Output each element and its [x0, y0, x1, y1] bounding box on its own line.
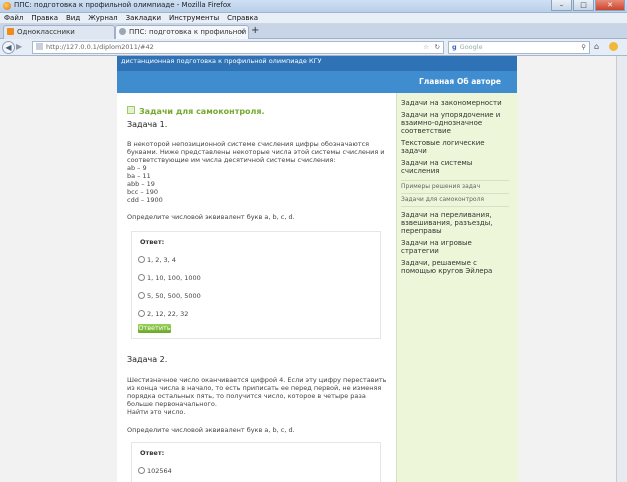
sidebar: Задачи на закономерности Задачи на упоря…: [396, 93, 518, 482]
sidebar-item-patterns[interactable]: Задачи на закономерности: [401, 99, 509, 107]
forward-button[interactable]: ▶: [16, 42, 22, 51]
radio-icon[interactable]: [138, 310, 145, 317]
site-header: дистанционная подготовка к профильной ол…: [117, 56, 517, 93]
task1-text: В некоторой непозиционной системе счисле…: [127, 140, 385, 164]
navigation-toolbar: ◀ ▶ http://127.0.0.1/diplom2011/#42 ☆ ↻ …: [0, 39, 627, 56]
sidebar-divider: [401, 193, 509, 194]
task2-title: Задача 2.: [127, 355, 168, 364]
sidebar-item-game-strategies[interactable]: Задачи на игровые стратегии: [401, 239, 509, 255]
menu-edit[interactable]: Правка: [27, 13, 62, 23]
sidebar-item-ordering[interactable]: Задачи на упорядочение и взаимно-однозна…: [401, 111, 509, 135]
sidebar-item-examples[interactable]: Примеры решения задач: [401, 183, 509, 191]
browser-viewport: дистанционная подготовка к профильной ол…: [0, 56, 627, 482]
new-tab-button[interactable]: +: [251, 26, 259, 36]
task2-answer-box: Ответ: 102564: [131, 442, 381, 482]
task2-find: Найти это число.: [127, 408, 186, 416]
sidebar-item-number-systems[interactable]: Задачи на системы счисления: [401, 159, 509, 175]
search-placeholder: Google: [459, 43, 483, 51]
tab-bar: Одноклассники ППС: подготовка к профильн…: [0, 24, 627, 39]
menu-tools[interactable]: Инструменты: [165, 13, 223, 23]
task1-answer-box: Ответ: 1, 2, 3, 4 1, 10, 100, 1000 5, 50…: [131, 231, 381, 339]
task1-question: Определите числовой эквивалент букв a, b…: [127, 213, 295, 221]
task1-line: abb – 19: [127, 180, 155, 188]
radio-icon[interactable]: [138, 467, 145, 474]
sidebar-item-pouring[interactable]: Задачи на переливания, взвешивания, разъ…: [401, 211, 509, 235]
search-input[interactable]: g Google ⚲: [448, 41, 590, 54]
radio-icon[interactable]: [138, 256, 145, 263]
tab-odnoklassniki[interactable]: Одноклассники: [3, 25, 115, 39]
task1-line: ba – 11: [127, 172, 151, 180]
google-search-engine-icon[interactable]: g: [452, 42, 457, 53]
answer-label: Ответ:: [140, 238, 165, 246]
sidebar-item-self-check[interactable]: Задачи для самоконтроля: [401, 196, 509, 204]
address-bar[interactable]: http://127.0.0.1/diplom2011/#42 ☆ ↻: [32, 41, 444, 54]
task1-line: bcc – 190: [127, 188, 159, 196]
menu-file[interactable]: Файл: [0, 13, 27, 23]
task1-line: ab – 9: [127, 164, 147, 172]
tab-label: ППС: подготовка к профильной ол...: [129, 28, 248, 36]
menu-bar: Файл Правка Вид Журнал Закладки Инструме…: [0, 13, 627, 23]
menu-bookmarks[interactable]: Закладки: [122, 13, 165, 23]
task2-text: Шестизначное число оканчивается цифрой 4…: [127, 376, 387, 408]
close-tab-icon[interactable]: ×: [239, 26, 245, 39]
site-subtitle: дистанционная подготовка к профильной ол…: [121, 57, 322, 65]
url-text: http://127.0.0.1/diplom2011/#42: [46, 43, 154, 51]
web-page: дистанционная подготовка к профильной ол…: [117, 56, 518, 482]
maximize-button[interactable]: □: [573, 0, 594, 11]
answer-option[interactable]: 1, 2, 3, 4: [138, 256, 176, 264]
site-identity-icon[interactable]: [36, 43, 43, 50]
radio-icon[interactable]: [138, 274, 145, 281]
bookmark-star-icon[interactable]: ☆: [423, 42, 429, 53]
submit-answer-button[interactable]: Ответить: [138, 324, 171, 333]
sidebar-item-logic[interactable]: Текстовые логические задачи: [401, 139, 509, 155]
sidebar-divider: [401, 206, 509, 207]
task1-line: cdd – 1900: [127, 196, 163, 204]
site-nav: Главная Об авторе: [117, 71, 517, 93]
reload-icon[interactable]: ↻: [435, 42, 440, 53]
radio-icon[interactable]: [138, 292, 145, 299]
close-window-button[interactable]: ✕: [595, 0, 625, 11]
task2-question: Определите числовой эквивалент букв a, b…: [127, 426, 295, 434]
menu-history[interactable]: Журнал: [84, 13, 121, 23]
page-favicon-icon: [119, 28, 126, 35]
menu-help[interactable]: Справка: [223, 13, 262, 23]
page-scrollbar[interactable]: [616, 56, 627, 482]
addon-icon[interactable]: [609, 42, 618, 51]
answer-option[interactable]: 102564: [138, 467, 172, 475]
menu-view[interactable]: Вид: [62, 13, 84, 23]
sidebar-item-euler-circles[interactable]: Задачи, решаемые с помощью кругов Эйлера: [401, 259, 509, 275]
window-titlebar: ППС: подготовка к профильной олимпиаде -…: [0, 0, 627, 13]
odnoklassniki-favicon-icon: [7, 28, 14, 35]
nav-about-link[interactable]: Об авторе: [457, 77, 501, 86]
nav-home-link[interactable]: Главная: [419, 77, 454, 86]
tab-pps[interactable]: ППС: подготовка к профильной ол... ×: [115, 25, 249, 39]
answer-label: Ответ:: [140, 449, 165, 457]
firefox-logo-icon: [3, 2, 11, 10]
window-title: ППС: подготовка к профильной олимпиаде -…: [14, 1, 232, 9]
back-button[interactable]: ◀: [2, 41, 15, 54]
task1-title: Задача 1.: [127, 120, 168, 129]
section-title: Задачи для самоконтроля.: [127, 106, 265, 116]
section-bullet-icon: [127, 106, 135, 114]
tab-label: Одноклассники: [17, 28, 75, 36]
search-icon[interactable]: ⚲: [581, 42, 586, 53]
minimize-button[interactable]: –: [551, 0, 572, 11]
answer-option[interactable]: 2, 12, 22, 32: [138, 310, 188, 318]
answer-option[interactable]: 5, 50, 500, 5000: [138, 292, 201, 300]
answer-option[interactable]: 1, 10, 100, 1000: [138, 274, 201, 282]
sidebar-divider: [401, 180, 509, 181]
home-icon[interactable]: ⌂: [594, 42, 599, 51]
